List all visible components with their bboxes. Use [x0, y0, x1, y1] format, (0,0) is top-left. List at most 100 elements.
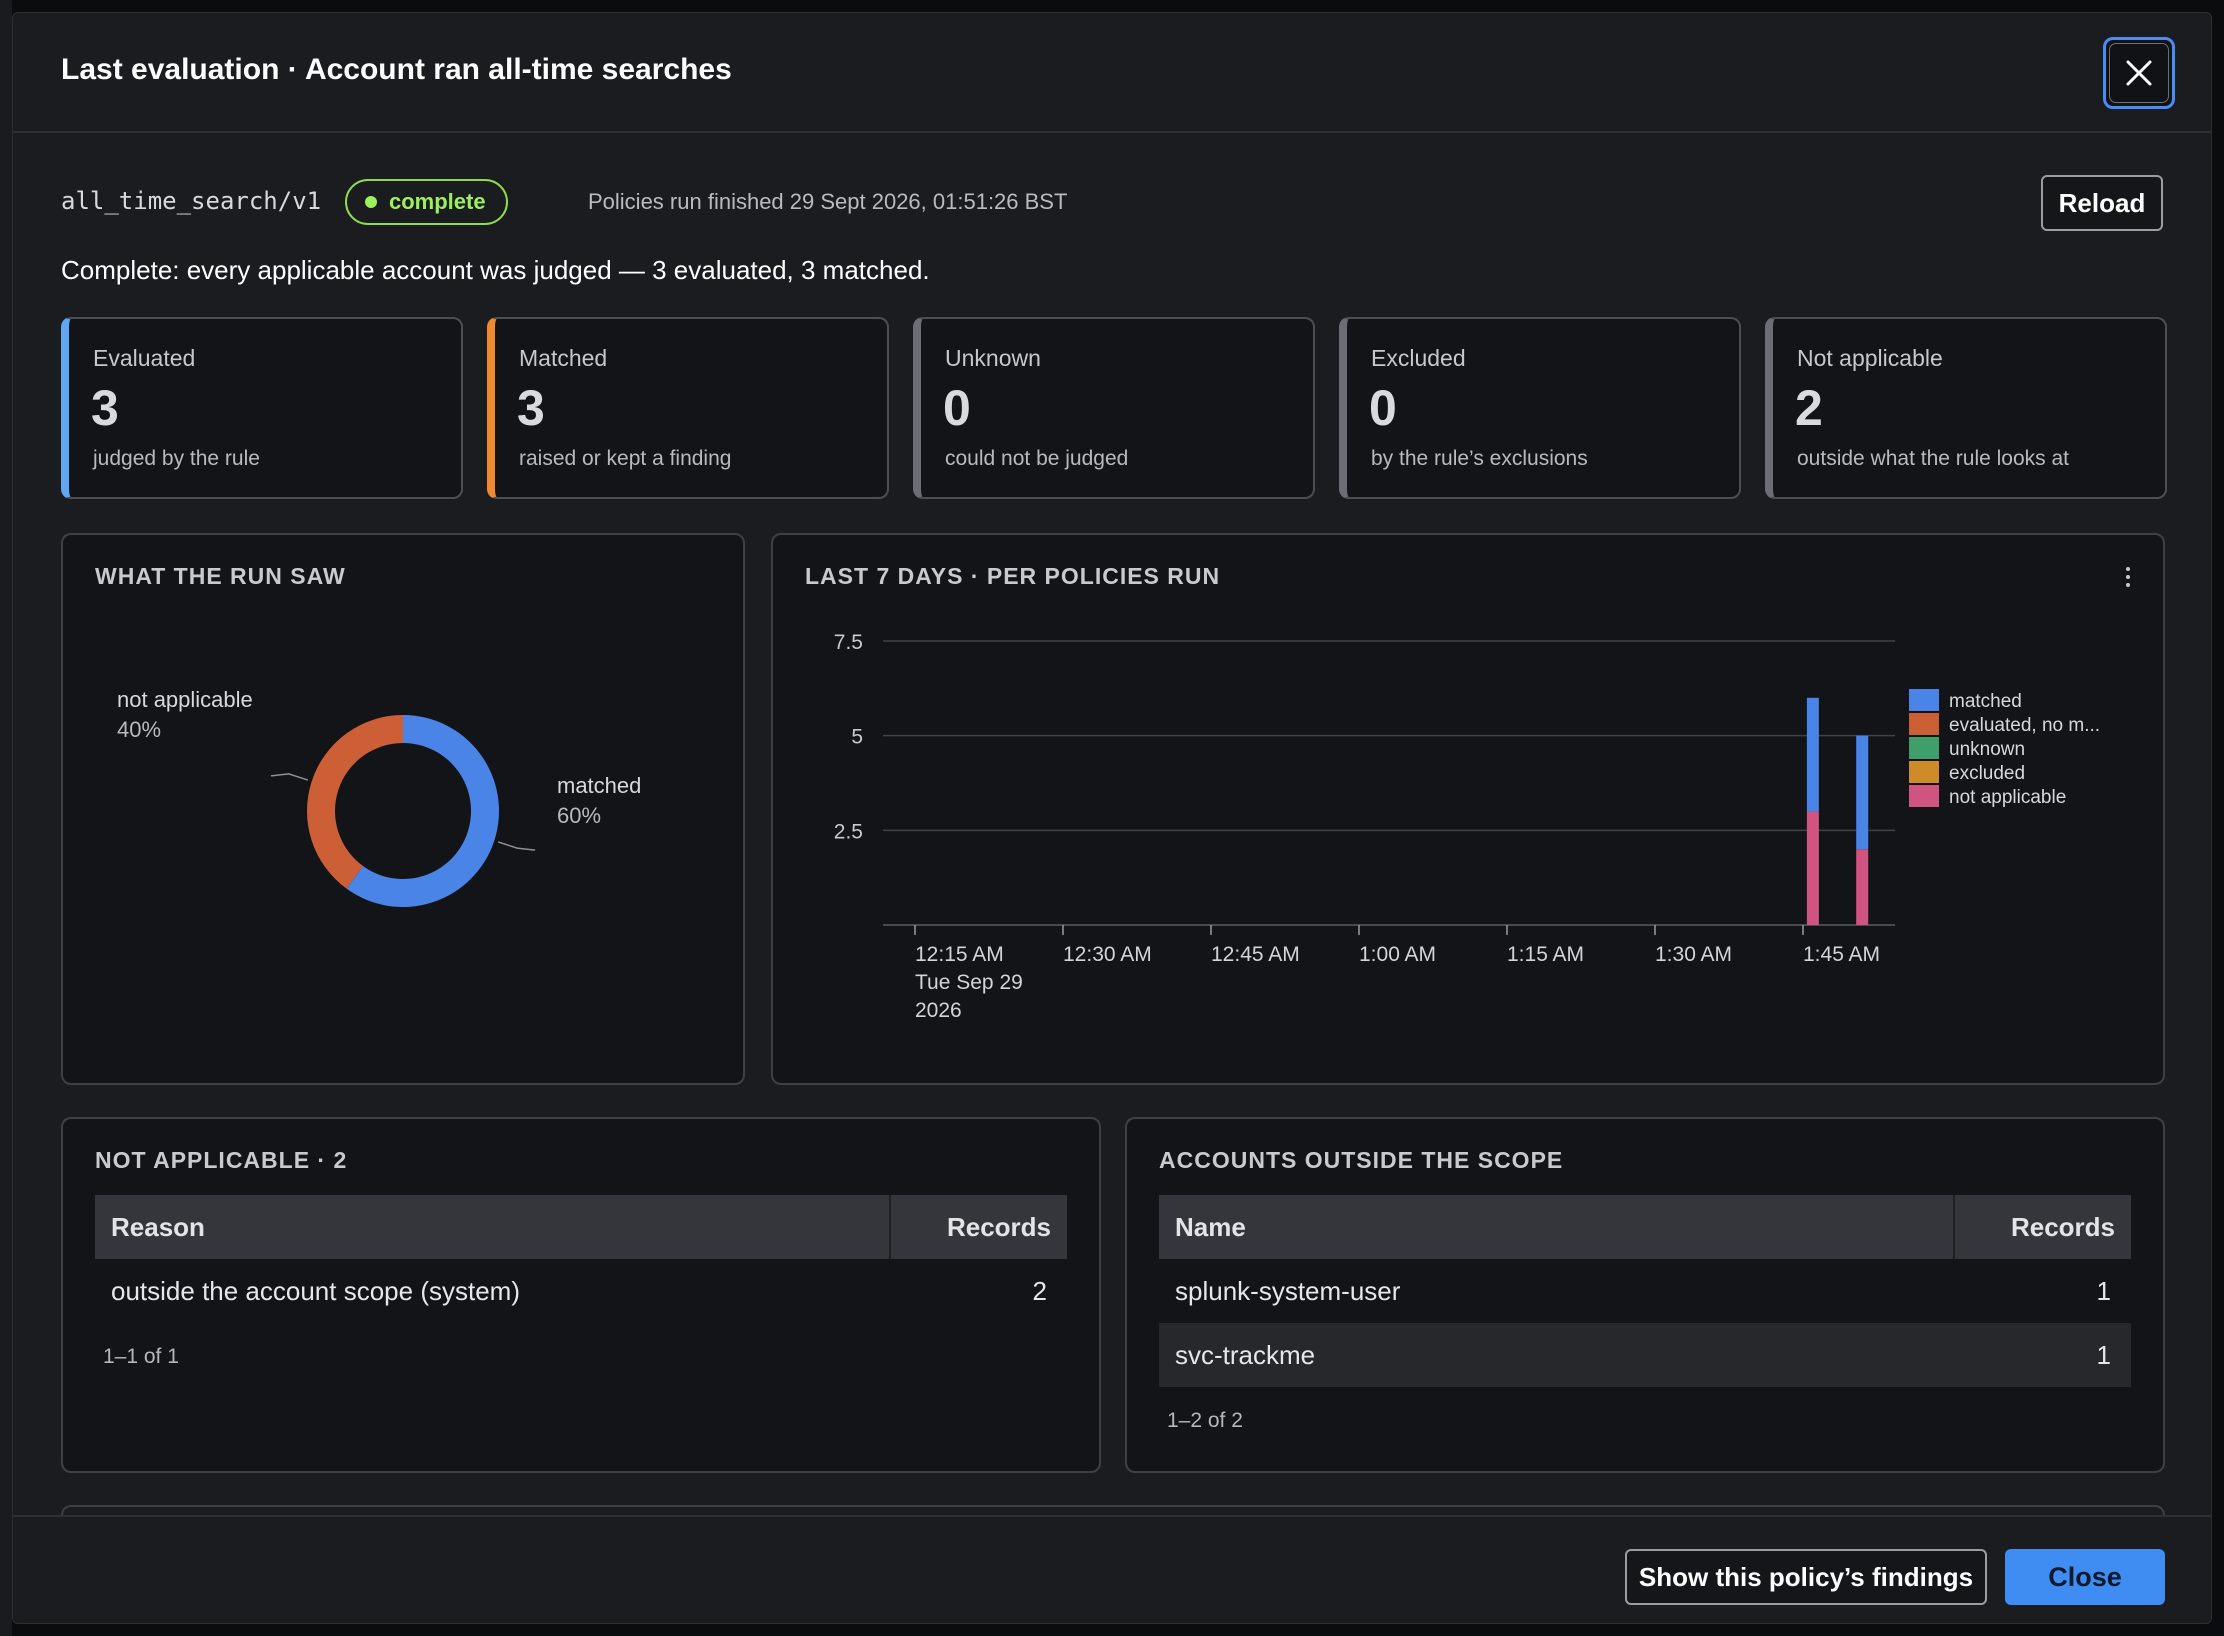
stat-description: by the rule’s exclusions	[1371, 447, 1588, 470]
stat-description: could not be judged	[945, 447, 1129, 470]
legend-swatch	[1909, 737, 1939, 759]
legend-label: unknown	[1949, 739, 2025, 760]
show-findings-button[interactable]: Show this policy’s findings	[1625, 1549, 1987, 1605]
stat-card-unknown: Unknown 0 could not be judged	[913, 317, 1315, 499]
close-modal-button[interactable]	[2103, 37, 2175, 109]
outside-scope-table: Name Records splunk-system-user 1 svc-tr…	[1159, 1195, 2131, 1433]
panel-title: ACCOUNTS OUTSIDE THE SCOPE	[1159, 1147, 1564, 1173]
slice-percent: 60%	[557, 803, 602, 828]
table-pager: 1–1 of 1	[103, 1345, 179, 1368]
not-applicable-panel: NOT APPLICABLE · 2 Reason Records outsid…	[61, 1117, 1101, 1473]
policy-meta-row: all_time_search/v1 complete Policies run…	[61, 175, 2163, 231]
stat-label: Unknown	[945, 345, 1041, 371]
table-pager: 1–2 of 2	[1167, 1409, 1243, 1432]
modal-footer: Show this policy’s findings Close	[13, 1515, 2211, 1623]
stat-card-matched: Matched 3 raised or kept a finding	[487, 317, 889, 499]
table-header: Reason Records	[95, 1195, 1067, 1259]
modal-title: Last evaluation · Account ran all-time s…	[61, 53, 732, 86]
modal-body[interactable]: all_time_search/v1 complete Policies run…	[13, 133, 2211, 1515]
y-tick-label: 5	[851, 726, 863, 749]
close-button-focus-ring	[2109, 43, 2169, 103]
row-records: 1	[2096, 1275, 2111, 1306]
row-name: svc-trackme	[1175, 1339, 1316, 1370]
donut-label-matched: matched 60%	[557, 771, 641, 831]
panel-title: NOT APPLICABLE · 2	[95, 1147, 348, 1173]
stat-label: Evaluated	[93, 345, 196, 371]
bar-segment-matched	[1806, 697, 1819, 812]
policy-id: all_time_search/v1	[61, 187, 322, 215]
legend-swatch	[1909, 761, 1939, 783]
bar-segment-matched	[1856, 735, 1869, 850]
stacked-bar-chart: 2.5 5 7.5 12:15 AM 12:30 AM 12:45 AM 1:00 AM 1:…	[834, 631, 2100, 1022]
x-tick-label: 12:15 AM	[915, 943, 1004, 966]
stat-value: 0	[943, 380, 971, 436]
x-tick-label: 1:45 AM	[1803, 943, 1880, 966]
stat-label: Matched	[519, 345, 608, 371]
donut-leader-line	[497, 841, 536, 851]
modal-header: Last evaluation · Account ran all-time s…	[13, 13, 2211, 133]
x-tick-label: 1:00 AM	[1359, 943, 1436, 966]
table-row[interactable]: splunk-system-user 1	[1159, 1259, 2131, 1323]
legend-swatch	[1909, 713, 1939, 735]
x-tick-sublabel: Tue Sep 29	[915, 971, 1023, 994]
legend-swatch	[1909, 689, 1939, 711]
table-row[interactable]: svc-trackme 1	[1159, 1323, 2131, 1387]
x-tick-sublabel: 2026	[915, 999, 962, 1022]
row-name: splunk-system-user	[1175, 1275, 1401, 1306]
next-panel-partial	[61, 1505, 2165, 1515]
y-tick-label: 7.5	[834, 631, 863, 654]
bar-segment-not-applicable	[1856, 849, 1869, 925]
legend-label: matched	[1949, 691, 2022, 712]
bar-segment-not-applicable	[1806, 811, 1819, 925]
page-backdrop	[0, 0, 12, 1636]
column-header-records[interactable]: Records	[891, 1212, 1067, 1243]
table-header: Name Records	[1159, 1195, 2131, 1259]
status-dot-icon	[365, 196, 377, 208]
column-header-name[interactable]: Name	[1159, 1195, 1955, 1259]
status-badge: complete	[345, 179, 508, 225]
legend-label: excluded	[1949, 763, 2025, 784]
stat-value: 3	[91, 380, 119, 436]
stat-value: 3	[517, 380, 545, 436]
stat-value: 0	[1369, 380, 1397, 436]
x-tick-label: 1:15 AM	[1507, 943, 1584, 966]
x-tick-label: 1:30 AM	[1655, 943, 1732, 966]
table-row[interactable]: outside the account scope (system) 2	[95, 1259, 1067, 1323]
close-button[interactable]: Close	[2005, 1549, 2165, 1605]
donut-slice-not-applicable	[307, 715, 403, 889]
stat-description: raised or kept a finding	[519, 447, 732, 470]
not-applicable-table: Reason Records outside the account scope…	[95, 1195, 1067, 1369]
stat-card-excluded: Excluded 0 by the rule’s exclusions	[1339, 317, 1741, 499]
stat-card-evaluated: Evaluated 3 judged by the rule	[61, 317, 463, 499]
stat-value: 2	[1795, 380, 1823, 436]
slice-name: matched	[557, 773, 642, 798]
column-header-records[interactable]: Records	[1955, 1212, 2131, 1243]
stat-description: judged by the rule	[93, 447, 260, 470]
evaluation-summary: Complete: every applicable account was j…	[61, 255, 930, 285]
accounts-outside-scope-panel: ACCOUNTS OUTSIDE THE SCOPE Name Records …	[1125, 1117, 2165, 1473]
donut-leader-line	[270, 773, 309, 781]
reload-button[interactable]: Reload	[2041, 175, 2163, 231]
stat-label: Excluded	[1371, 345, 1466, 371]
close-icon	[2126, 60, 2152, 86]
slice-name: not applicable	[117, 687, 253, 712]
x-tick-label: 12:30 AM	[1063, 943, 1152, 966]
evaluation-modal: Last evaluation · Account ran all-time s…	[12, 12, 2212, 1624]
legend-label: evaluated, no m...	[1949, 715, 2100, 736]
y-tick-label: 2.5	[834, 820, 863, 843]
run-finished-timestamp: Policies run finished 29 Sept 2026, 01:5…	[588, 189, 1068, 214]
legend-swatch	[1909, 785, 1939, 807]
status-label: complete	[389, 189, 486, 214]
last-7-days-panel: LAST 7 DAYS · PER POLICIES RUN 2.5 5 7.5 12…	[771, 533, 2165, 1085]
slice-percent: 40%	[117, 717, 162, 742]
x-tick-label: 12:45 AM	[1211, 943, 1300, 966]
stat-card-not-applicable: Not applicable 2 outside what the rule l…	[1765, 317, 2167, 499]
donut-label-not-applicable: not applicable 40%	[117, 685, 253, 745]
column-header-reason[interactable]: Reason	[95, 1195, 891, 1259]
what-the-run-saw-panel: WHAT THE RUN SAW not applicable 40% matc…	[61, 533, 745, 1085]
stat-description: outside what the rule looks at	[1797, 447, 2069, 470]
legend-label: not applicable	[1949, 787, 2066, 808]
stat-label: Not applicable	[1797, 345, 1943, 371]
row-reason: outside the account scope (system)	[111, 1275, 520, 1306]
row-records: 1	[2096, 1339, 2111, 1370]
